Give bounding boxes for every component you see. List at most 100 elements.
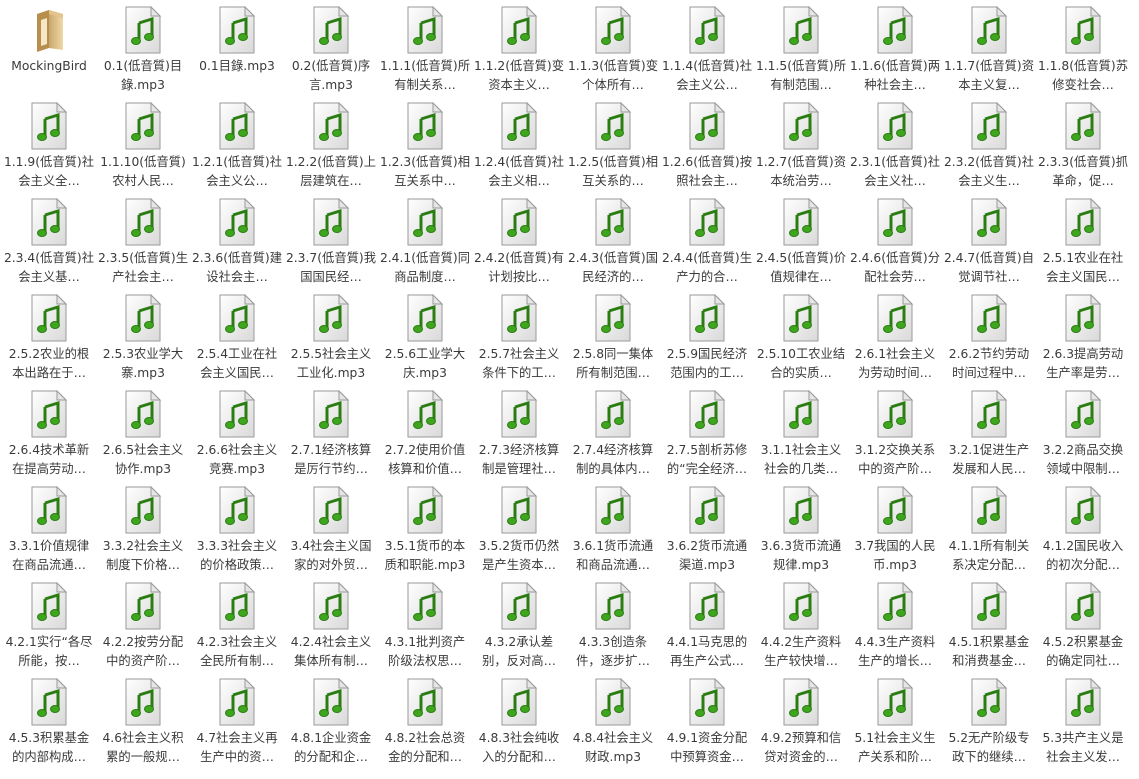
- file-item[interactable]: 1.1.5(低音質)所有制范围…: [754, 4, 848, 100]
- file-item[interactable]: 4.4.1马克思的再生产公式…: [660, 580, 754, 676]
- file-item[interactable]: 1.2.3(低音質)相互关系中…: [378, 100, 472, 196]
- file-item[interactable]: 2.5.2农业的根本出路在于…: [2, 292, 96, 388]
- file-item[interactable]: 1.1.4(低音質)社会主义公…: [660, 4, 754, 100]
- file-item[interactable]: 2.6.4技术革新在提高劳动…: [2, 388, 96, 484]
- file-item[interactable]: 1.2.5(低音質)相互关系的…: [566, 100, 660, 196]
- file-item[interactable]: 3.3.3社会主义的价格政策…: [190, 484, 284, 580]
- file-label: 4.9.1资金分配中预算资金…: [666, 731, 748, 764]
- file-item[interactable]: 1.2.6(低音質)按照社会主…: [660, 100, 754, 196]
- file-item[interactable]: 2.5.7社会主义条件下的工…: [472, 292, 566, 388]
- file-item[interactable]: 4.4.2生产资料生产较快增…: [754, 580, 848, 676]
- file-item[interactable]: 4.3.3创造条件，逐步扩…: [566, 580, 660, 676]
- file-item[interactable]: 1.2.1(低音質)社会主义公…: [190, 100, 284, 196]
- file-item[interactable]: 2.3.2(低音質)社会主义生…: [942, 100, 1036, 196]
- file-item[interactable]: 1.2.4(低音質)社会主义相…: [472, 100, 566, 196]
- file-item[interactable]: 5.3共产主义是社会主义发…: [1036, 676, 1130, 772]
- file-item[interactable]: 1.2.7(低音質)资本统治劳…: [754, 100, 848, 196]
- file-item[interactable]: 4.2.1实行“各尽所能，按…: [2, 580, 96, 676]
- file-item[interactable]: 2.6.6社会主义竞赛.mp3: [190, 388, 284, 484]
- audio-file-icon: [501, 6, 538, 54]
- file-item[interactable]: 2.7.5剖析苏修的“完全经济…: [660, 388, 754, 484]
- file-item[interactable]: 4.3.2承认差别，反对高…: [472, 580, 566, 676]
- file-item[interactable]: 1.1.9(低音質)社会主义全…: [2, 100, 96, 196]
- file-item[interactable]: 1.1.10(低音質)农村人民…: [96, 100, 190, 196]
- file-item[interactable]: 2.3.5(低音質)生产社会主…: [96, 196, 190, 292]
- file-item[interactable]: 3.1.2交换关系中的资产阶…: [848, 388, 942, 484]
- file-item[interactable]: 2.3.3(低音質)抓革命，促…: [1036, 100, 1130, 196]
- file-item[interactable]: 2.5.4工业在社会主义国民…: [190, 292, 284, 388]
- file-item[interactable]: 3.4社会主义国家的对外贸…: [284, 484, 378, 580]
- file-item[interactable]: 1.1.7(低音質)资本主义复…: [942, 4, 1036, 100]
- file-item[interactable]: 4.8.4社会主义财政.mp3: [566, 676, 660, 772]
- file-item[interactable]: 2.6.5社会主义协作.mp3: [96, 388, 190, 484]
- file-item[interactable]: 2.4.3(低音質)国民经济的…: [566, 196, 660, 292]
- file-item[interactable]: 2.4.1(低音質)同商品制度…: [378, 196, 472, 292]
- file-item[interactable]: 1.1.8(低音質)苏修变社会…: [1036, 4, 1130, 100]
- file-item[interactable]: 2.6.1社会主义为劳动时间…: [848, 292, 942, 388]
- file-item[interactable]: 2.5.9国民经济范围内的工…: [660, 292, 754, 388]
- file-item[interactable]: 3.2.1促进生产发展和人民…: [942, 388, 1036, 484]
- file-item[interactable]: 2.4.5(低音質)价值规律在…: [754, 196, 848, 292]
- file-item[interactable]: 4.7社会主义再生产中的资…: [190, 676, 284, 772]
- file-item[interactable]: 4.5.2积累基金的确定同社…: [1036, 580, 1130, 676]
- file-item[interactable]: 0.1目錄.mp3: [190, 4, 284, 100]
- file-label: 2.6.3提高劳动生产率是劳…: [1042, 347, 1124, 380]
- file-item[interactable]: 4.4.3生产资料生产的增长…: [848, 580, 942, 676]
- file-item[interactable]: 4.2.2按劳分配中的资产阶…: [96, 580, 190, 676]
- file-item[interactable]: 1.1.2(低音質)变资本主义…: [472, 4, 566, 100]
- file-item[interactable]: 2.3.6(低音質)建设社会主…: [190, 196, 284, 292]
- file-item[interactable]: 3.3.2社会主义制度下价格…: [96, 484, 190, 580]
- file-item[interactable]: 4.6社会主义积累的一般规…: [96, 676, 190, 772]
- file-item[interactable]: 2.5.1农业在社会主义国民…: [1036, 196, 1130, 292]
- file-item[interactable]: 2.7.2使用价值核算和价值…: [378, 388, 472, 484]
- file-item[interactable]: 3.5.1货币的本质和职能.mp3: [378, 484, 472, 580]
- file-item[interactable]: 2.6.3提高劳动生产率是劳…: [1036, 292, 1130, 388]
- file-item[interactable]: 2.5.10工农业结合的实质…: [754, 292, 848, 388]
- folder-item[interactable]: MockingBird: [2, 4, 96, 100]
- file-item[interactable]: 4.8.1企业资金的分配和企…: [284, 676, 378, 772]
- file-item[interactable]: 3.1.1社会主义社会的几类…: [754, 388, 848, 484]
- file-item[interactable]: 3.3.1价值规律在商品流通…: [2, 484, 96, 580]
- file-item[interactable]: 2.5.6工业学大庆.mp3: [378, 292, 472, 388]
- file-item[interactable]: 0.2(低音質)序言.mp3: [284, 4, 378, 100]
- file-item[interactable]: 2.4.7(低音質)自觉调节社…: [942, 196, 1036, 292]
- file-item[interactable]: 1.2.2(低音質)上层建筑在…: [284, 100, 378, 196]
- file-item[interactable]: 4.9.2预算和信贷对资金的…: [754, 676, 848, 772]
- file-item[interactable]: 4.8.3社会纯收入的分配和…: [472, 676, 566, 772]
- file-item[interactable]: 4.5.3积累基金的内部构成…: [2, 676, 96, 772]
- file-item[interactable]: 3.6.2货币流通渠道.mp3: [660, 484, 754, 580]
- file-item[interactable]: 1.1.6(低音質)两种社会主…: [848, 4, 942, 100]
- file-item[interactable]: 4.2.4社会主义集体所有制…: [284, 580, 378, 676]
- file-item[interactable]: 2.5.8同一集体所有制范围…: [566, 292, 660, 388]
- file-item[interactable]: 4.8.2社会总资金的分配和…: [378, 676, 472, 772]
- file-item[interactable]: 1.1.1(低音質)所有制关系…: [378, 4, 472, 100]
- file-item[interactable]: 2.3.7(低音質)我国国民经…: [284, 196, 378, 292]
- file-item[interactable]: 2.4.6(低音質)分配社会劳…: [848, 196, 942, 292]
- file-item[interactable]: 1.1.3(低音質)变个体所有…: [566, 4, 660, 100]
- file-item[interactable]: 5.1社会主义生产关系和阶…: [848, 676, 942, 772]
- file-item[interactable]: 2.5.5社会主义工业化.mp3: [284, 292, 378, 388]
- file-item[interactable]: 2.3.1(低音質)社会主义社…: [848, 100, 942, 196]
- file-item[interactable]: 2.4.4(低音質)生产力的合…: [660, 196, 754, 292]
- file-item[interactable]: 4.9.1资金分配中预算资金…: [660, 676, 754, 772]
- file-item[interactable]: 3.6.3货币流通规律.mp3: [754, 484, 848, 580]
- file-item[interactable]: 3.7我国的人民币.mp3: [848, 484, 942, 580]
- file-item[interactable]: 0.1(低音質)目錄.mp3: [96, 4, 190, 100]
- file-item[interactable]: 4.1.1所有制关系决定分配…: [942, 484, 1036, 580]
- file-item[interactable]: 2.7.3经济核算制是管理社…: [472, 388, 566, 484]
- file-item[interactable]: 2.7.4经济核算制的具体内…: [566, 388, 660, 484]
- file-item[interactable]: 4.5.1积累基金和消费基金…: [942, 580, 1036, 676]
- file-item[interactable]: 4.1.2国民收入的初次分配…: [1036, 484, 1130, 580]
- file-item[interactable]: 2.5.3农业学大寨.mp3: [96, 292, 190, 388]
- file-item[interactable]: 4.2.3社会主义全民所有制…: [190, 580, 284, 676]
- file-item[interactable]: 4.3.1批判资产阶级法权思…: [378, 580, 472, 676]
- file-item[interactable]: 5.2无产阶级专政下的继续…: [942, 676, 1036, 772]
- file-item[interactable]: 2.3.4(低音質)社会主义基…: [2, 196, 96, 292]
- file-item[interactable]: 2.6.2节约劳动时间过程中…: [942, 292, 1036, 388]
- file-item[interactable]: 2.7.1经济核算是厉行节约…: [284, 388, 378, 484]
- file-item[interactable]: 3.5.2货币仍然是产生资本…: [472, 484, 566, 580]
- file-item[interactable]: 2.4.2(低音質)有计划按比…: [472, 196, 566, 292]
- file-item[interactable]: 3.6.1货币流通和商品流通…: [566, 484, 660, 580]
- audio-file-icon: [783, 582, 820, 630]
- file-item[interactable]: 3.2.2商品交换领域中限制…: [1036, 388, 1130, 484]
